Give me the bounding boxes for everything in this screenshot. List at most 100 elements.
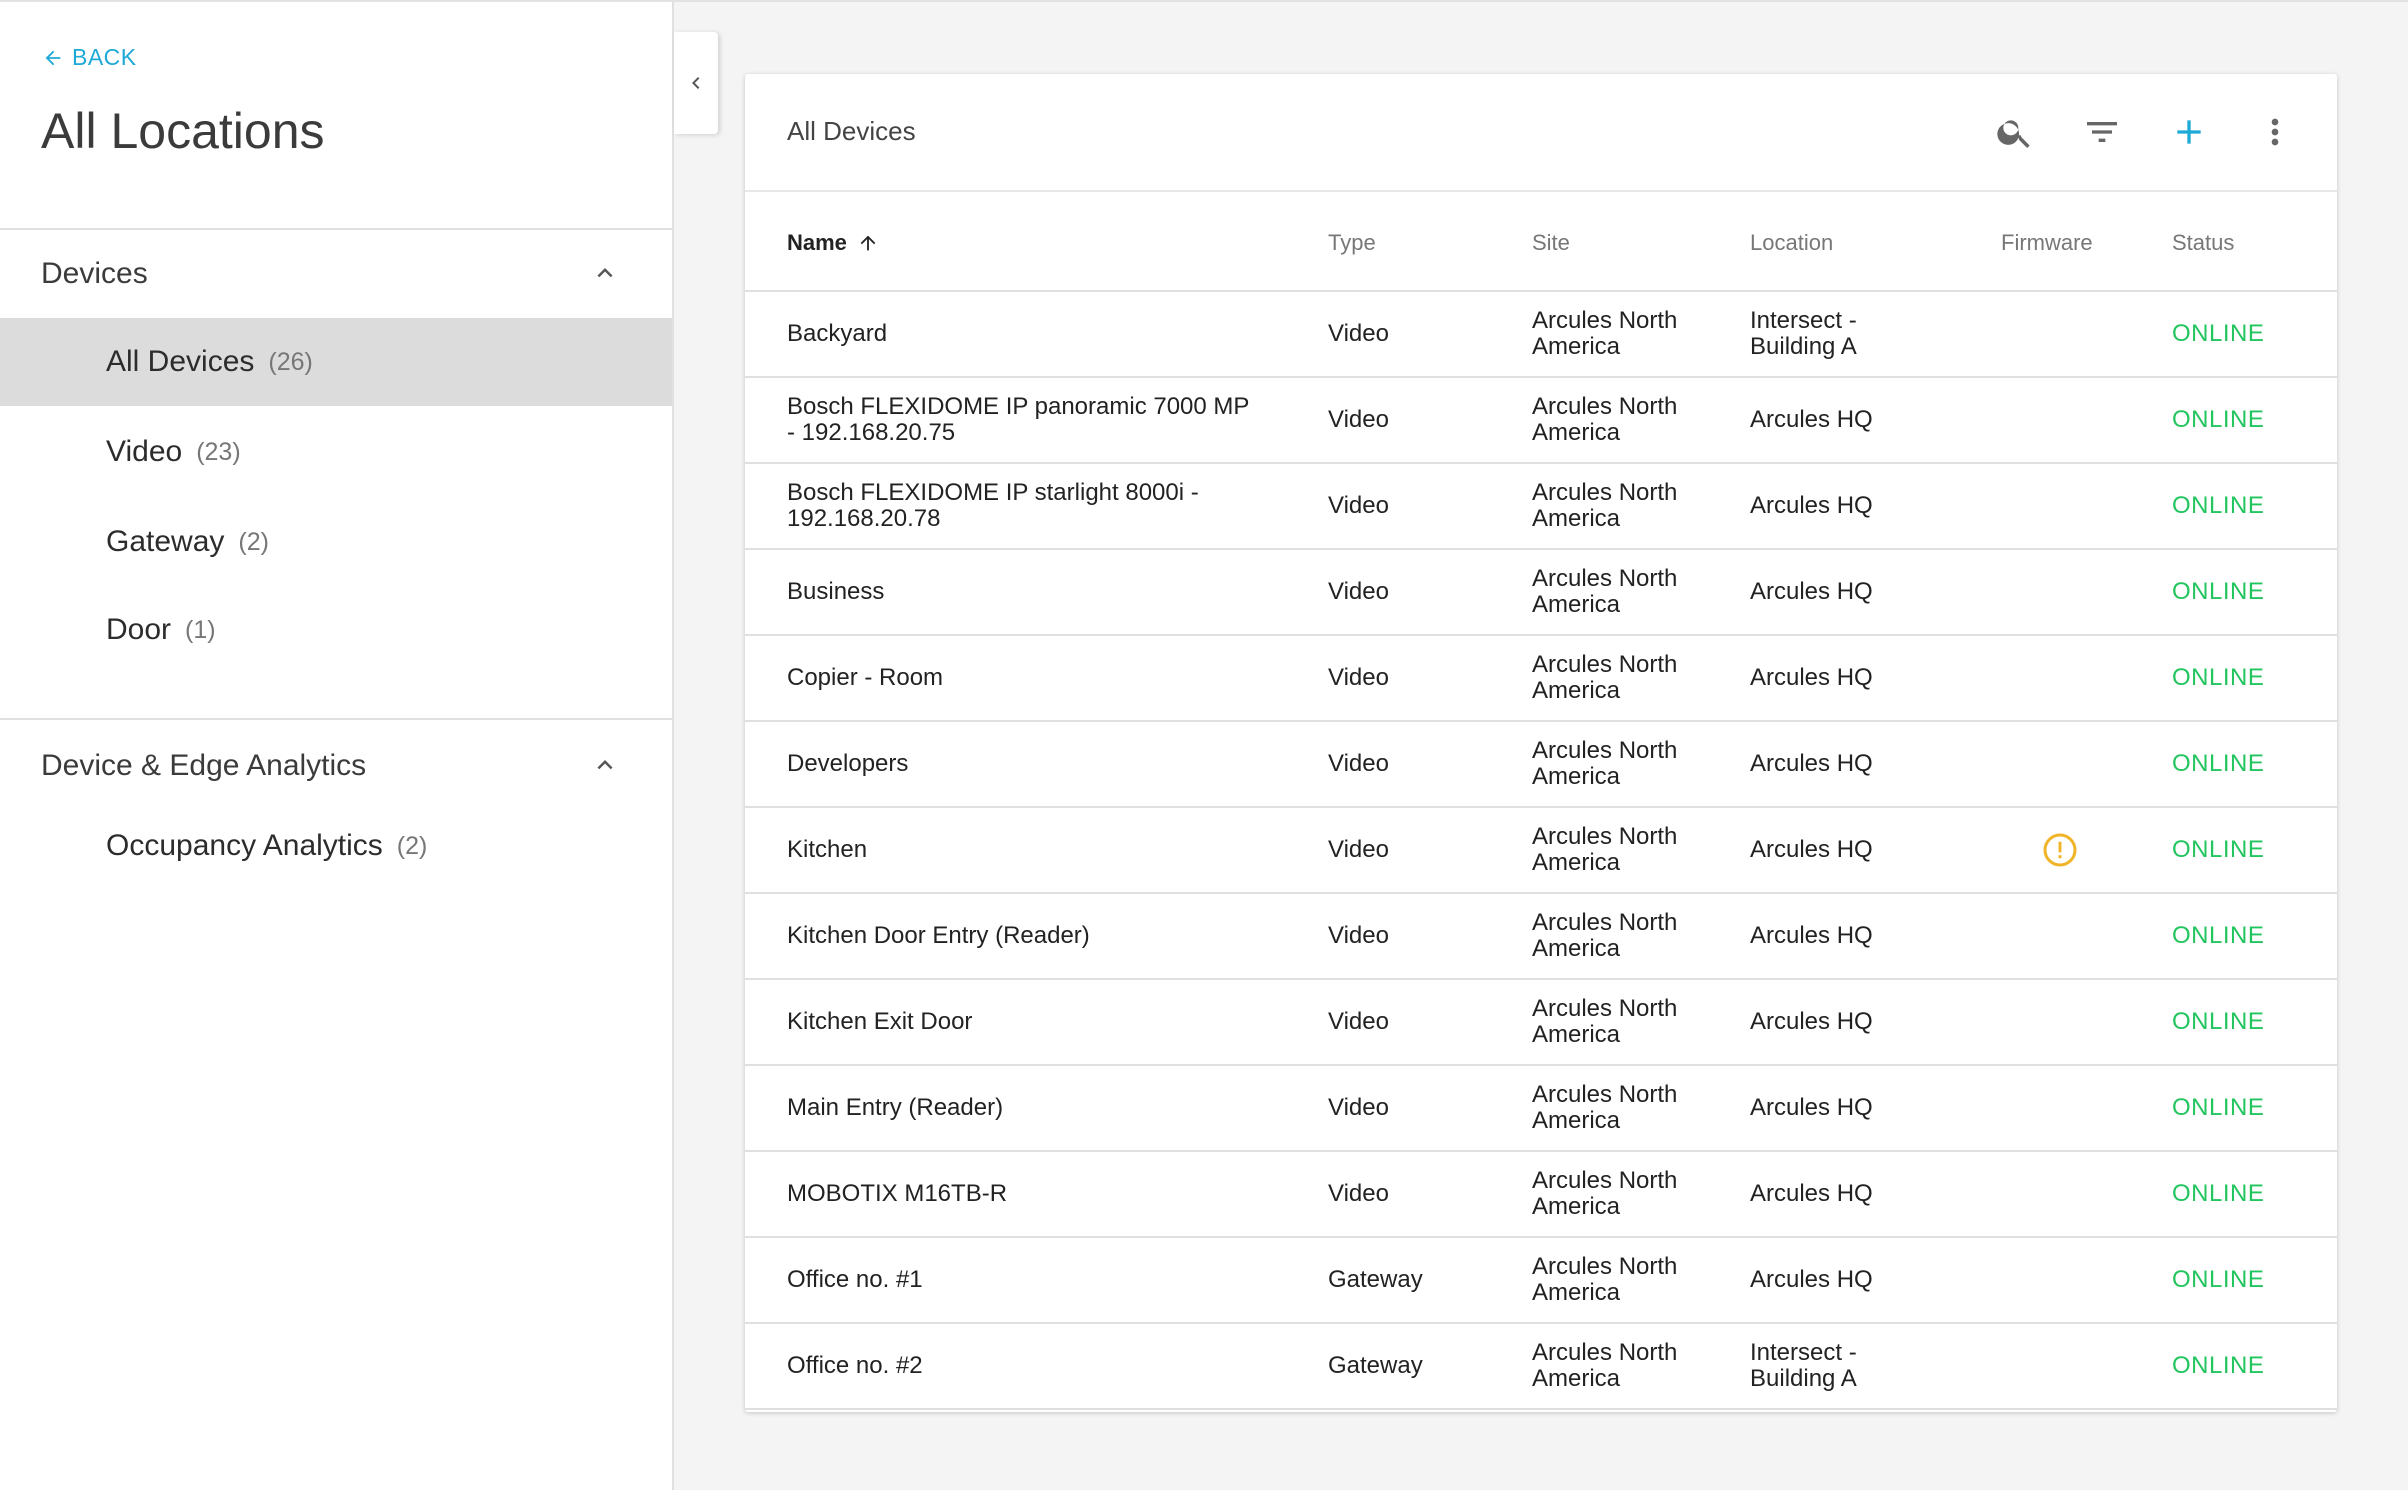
search-button[interactable]	[1993, 110, 2037, 154]
table-row[interactable]: Office no. #1 Gateway Arcules North Americ…	[745, 1238, 2337, 1324]
column-header-site[interactable]: Site	[1532, 230, 1570, 256]
table-row[interactable]: Backyard Video Arcules North America Inters…	[745, 292, 2337, 378]
cell-site: Arcules North America	[1532, 1167, 1678, 1220]
cell-status: ONLINE	[2172, 1180, 2265, 1207]
cell-location: Arcules HQ	[1750, 1180, 1873, 1207]
cell-status: ONLINE	[2172, 922, 2265, 949]
cell-name: Developers	[787, 750, 909, 777]
cell-name: Kitchen	[787, 836, 868, 863]
column-header-firmware[interactable]: Firmware	[2001, 230, 2093, 256]
table-row[interactable]: Bosch FLEXIDOME IP panoramic 7000 MP - 1…	[745, 378, 2337, 464]
warning-icon[interactable]	[2042, 832, 2078, 868]
table-row[interactable]: Kitchen Door Entry (Reader) Video Arcules …	[745, 894, 2337, 980]
cell-name: Main Entry (Reader)	[787, 1094, 1004, 1121]
arrow-up-icon	[860, 235, 876, 251]
cell-type: Video	[1328, 1008, 1389, 1035]
table-row[interactable]: Main Entry (Reader) Video Arcules North Am…	[745, 1066, 2337, 1152]
cell-location: Arcules HQ	[1750, 1266, 1873, 1293]
cell-firmware	[2030, 464, 2090, 548]
cell-site: Arcules North America	[1532, 1339, 1678, 1392]
column-header-name[interactable]: Name	[787, 230, 879, 256]
column-header-type[interactable]: Type	[1328, 230, 1376, 256]
cell-type: Gateway	[1328, 1352, 1423, 1379]
nav-item-count: (2)	[396, 831, 428, 860]
cell-firmware	[2030, 636, 2090, 720]
table-row[interactable]: MOBOTIX M16TB-R Video Arcules North Americ…	[745, 1152, 2337, 1238]
back-link[interactable]: BACK	[42, 44, 137, 71]
cell-type: Video	[1328, 836, 1389, 863]
cell-location: Intersect - Building A	[1750, 1339, 1857, 1392]
collapse-sidebar-button[interactable]	[674, 32, 718, 134]
table-row[interactable]: Kitchen Exit Door Video Arcules North Amer…	[745, 980, 2337, 1066]
column-header-status[interactable]: Status	[2172, 230, 2234, 256]
cell-location: Arcules HQ	[1750, 922, 1873, 949]
nav-item-video[interactable]: Video (23)	[0, 408, 672, 496]
nav-item-occupancy-analytics[interactable]: Occupancy Analytics (2)	[0, 802, 672, 890]
cell-firmware	[2030, 1238, 2090, 1322]
cell-firmware	[2030, 550, 2090, 634]
nav-item-count: (1)	[185, 615, 216, 644]
sidebar: BACK All Locations Devices All Devices (…	[0, 2, 674, 1490]
cell-type: Video	[1328, 664, 1389, 691]
cell-name: Backyard	[787, 320, 888, 347]
nav-item-label: Video	[106, 435, 183, 468]
cell-status: ONLINE	[2172, 1008, 2265, 1035]
nav-item-label: Door	[106, 613, 172, 646]
cell-firmware	[2030, 808, 2090, 892]
nav-item-count: (23)	[196, 437, 241, 466]
cell-type: Video	[1328, 750, 1389, 777]
nav-item-all-devices[interactable]: All Devices (26)	[0, 318, 672, 406]
cell-status: ONLINE	[2172, 578, 2265, 605]
table-row[interactable]: Developers Video Arcules North America Arcu…	[745, 722, 2337, 808]
cell-firmware	[2030, 292, 2090, 376]
cell-name: Bosch FLEXIDOME IP panoramic 7000 MP - 1…	[787, 393, 1249, 446]
cell-site: Arcules North America	[1532, 823, 1678, 876]
cell-location: Arcules HQ	[1750, 1008, 1873, 1035]
table-row[interactable]: Copier - Room Video Arcules North America A…	[745, 636, 2337, 722]
cell-type: Video	[1328, 578, 1389, 605]
filter-icon	[2087, 122, 2117, 142]
cell-firmware	[2030, 378, 2090, 462]
cell-type: Video	[1328, 320, 1389, 347]
cell-name: Business	[787, 578, 885, 605]
divider	[0, 718, 672, 720]
column-header-location[interactable]: Location	[1750, 230, 1833, 256]
cell-firmware	[2030, 980, 2090, 1064]
nav-item-gateway[interactable]: Gateway (2)	[0, 498, 672, 586]
chevron-up-icon	[597, 268, 613, 278]
cell-name: Office no. #2	[787, 1352, 923, 1379]
cell-status: ONLINE	[2172, 750, 2265, 777]
cell-location: Intersect - Building A	[1750, 307, 1857, 360]
cell-firmware	[2030, 1324, 2090, 1408]
table-row[interactable]: Office no. #2 Gateway Arcules North Americ…	[745, 1324, 2337, 1410]
filter-button[interactable]	[2080, 110, 2124, 154]
add-device-button[interactable]	[2167, 110, 2211, 154]
cell-type: Video	[1328, 492, 1389, 519]
cell-type: Video	[1328, 922, 1389, 949]
nav-item-count: (26)	[268, 347, 313, 376]
app-root: BACK All Locations Devices All Devices (…	[0, 0, 2408, 1490]
column-header-label: Name	[787, 230, 847, 255]
cell-name: Bosch FLEXIDOME IP starlight 8000i - 192…	[787, 479, 1199, 532]
table-row[interactable]: Business Video Arcules North America Arcule…	[745, 550, 2337, 636]
chevron-left-icon	[692, 77, 700, 89]
cell-status: ONLINE	[2172, 836, 2265, 863]
card-title: All Devices	[787, 116, 916, 146]
cell-site: Arcules North America	[1532, 1253, 1678, 1306]
cell-firmware	[2030, 1152, 2090, 1236]
cell-site: Arcules North America	[1532, 737, 1678, 790]
cell-firmware	[2030, 894, 2090, 978]
section-label: Device & Edge Analytics	[41, 749, 367, 782]
arrow-left-icon	[45, 50, 61, 65]
section-header-devices[interactable]: Devices	[0, 230, 672, 318]
nav-item-door[interactable]: Door (1)	[0, 586, 672, 674]
nav-item-label: Occupancy Analytics	[106, 829, 383, 862]
table-row[interactable]: Kitchen Video Arcules North America Arcules…	[745, 808, 2337, 894]
table-row[interactable]: Bosch FLEXIDOME IP starlight 8000i - 192…	[745, 464, 2337, 550]
cell-name: MOBOTIX M16TB-R	[787, 1180, 1008, 1207]
cell-name: Office no. #1	[787, 1266, 923, 1293]
more-options-button[interactable]	[2253, 110, 2297, 154]
cell-name: Copier - Room	[787, 664, 944, 691]
section-header-analytics[interactable]: Device & Edge Analytics	[0, 722, 672, 810]
nav-item-label: All Devices	[106, 345, 255, 378]
